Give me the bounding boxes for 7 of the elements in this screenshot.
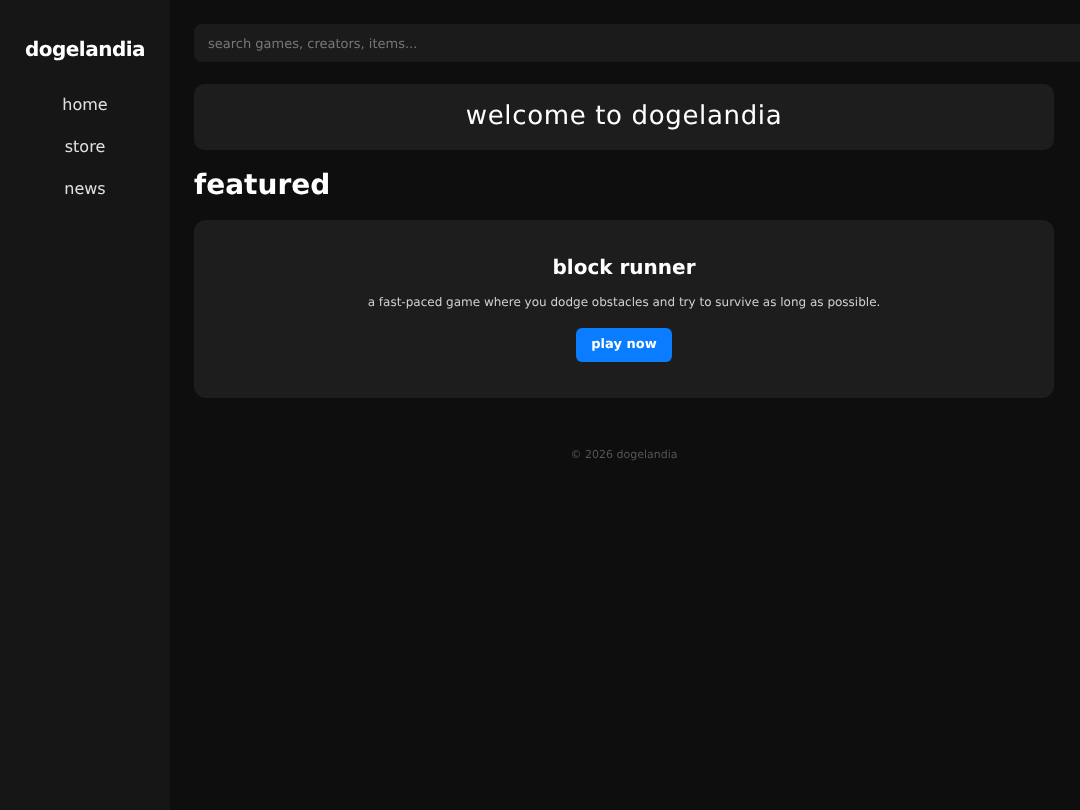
- game-title: block runner: [552, 256, 696, 284]
- nav-link[interactable]: store: [64, 136, 106, 160]
- nav-link[interactable]: news: [64, 178, 106, 202]
- section-heading: featured: [194, 168, 333, 204]
- nav-link[interactable]: home: [62, 94, 108, 118]
- welcome-title: welcome to dogelandia: [465, 99, 783, 136]
- site-logo: dogelandia: [24, 38, 146, 66]
